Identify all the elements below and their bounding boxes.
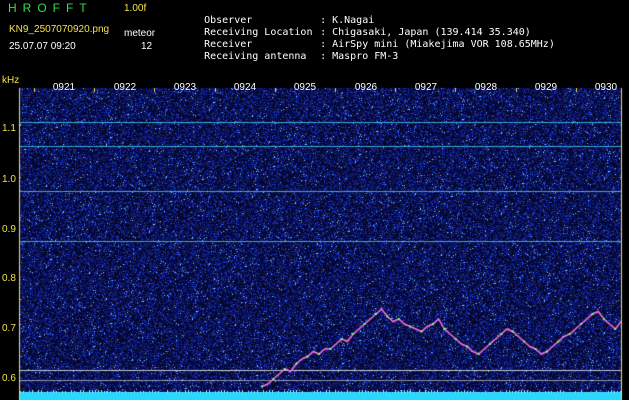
timestamp: 25.07.07 09:20 bbox=[9, 41, 76, 52]
x-tick-label: 0921 bbox=[52, 82, 76, 93]
info-value: Maspro FM-3 bbox=[332, 51, 399, 62]
info-key: Receiving antenna bbox=[204, 51, 307, 62]
y-tick-label: 1.0 bbox=[2, 174, 16, 185]
y-tick-label: 1.1 bbox=[2, 123, 16, 134]
y-tick-label: 0.8 bbox=[2, 273, 16, 284]
x-tick-label: 0924 bbox=[233, 82, 257, 93]
hrofft-window: HROFFT 1.00f KN9_2507070920.png 25.07.07… bbox=[0, 0, 629, 400]
y-tick-label: 0.9 bbox=[2, 224, 16, 235]
x-tick-label: 0926 bbox=[354, 82, 378, 93]
x-tick-label: 0929 bbox=[534, 82, 558, 93]
x-tick-label: 0930 bbox=[594, 82, 618, 93]
meteor-count-label: meteor bbox=[124, 28, 156, 39]
x-tick-label: 0928 bbox=[474, 82, 498, 93]
info-sep: : bbox=[320, 51, 327, 62]
app-name: HROFFT bbox=[8, 1, 93, 15]
info-row-antenna: Receiving antenna: Maspro FM-3 bbox=[180, 39, 398, 75]
y-tick-label: 0.6 bbox=[2, 373, 16, 384]
y-tick-label: 0.7 bbox=[2, 323, 16, 334]
y-axis-unit: kHz bbox=[2, 75, 20, 86]
x-tick-label: 0927 bbox=[414, 82, 438, 93]
app-version: 1.00f bbox=[124, 3, 147, 14]
x-tick-label: 0925 bbox=[293, 82, 317, 93]
x-tick-label: 0922 bbox=[113, 82, 137, 93]
file-name: KN9_2507070920.png bbox=[9, 24, 110, 35]
meteor-count-value: 12 bbox=[141, 41, 153, 52]
x-tick-label: 0923 bbox=[173, 82, 197, 93]
